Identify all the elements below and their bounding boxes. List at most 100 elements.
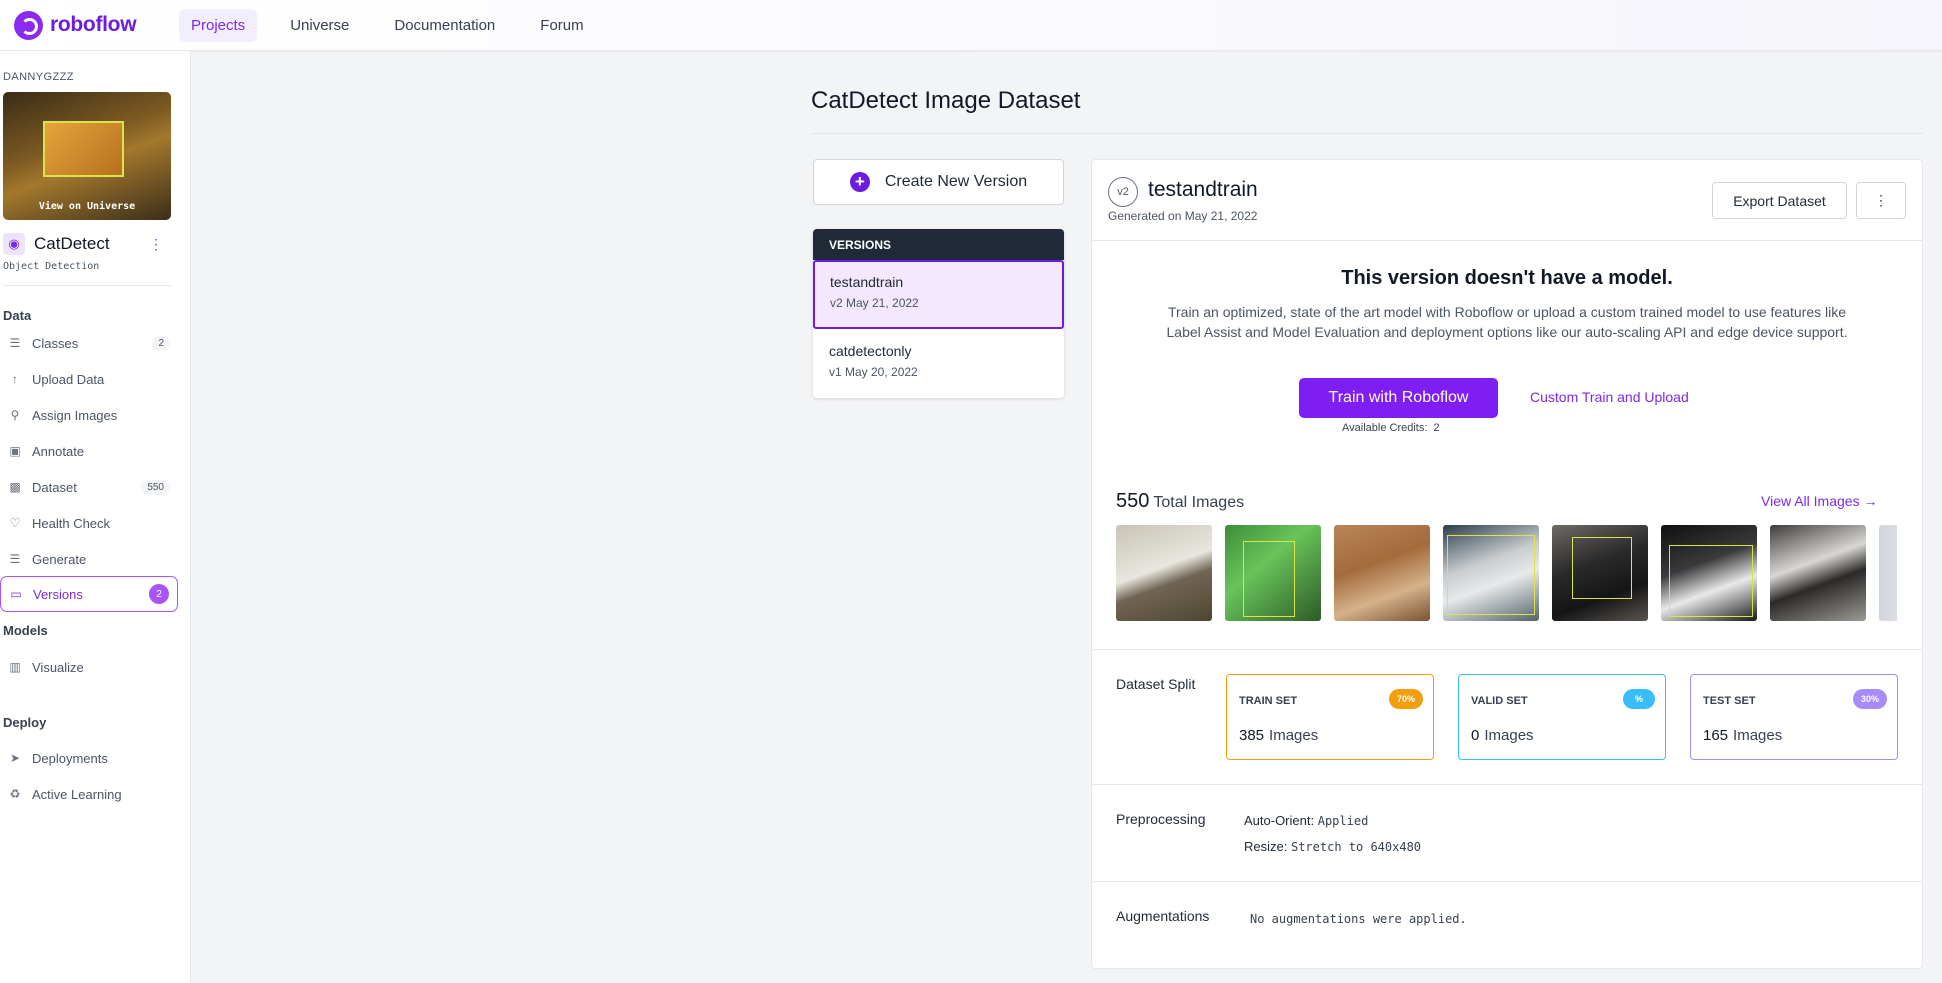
image-thumbnail[interactable] (1552, 525, 1648, 621)
image-thumbnail[interactable] (1334, 525, 1430, 621)
sidebar-item-health-check[interactable]: ♡ Health Check (0, 505, 178, 541)
sidebar-item-label: Upload Data (32, 371, 105, 387)
train-with-roboflow-button[interactable]: Train with Roboflow (1299, 378, 1498, 418)
split-count-unit: Images (1484, 727, 1534, 744)
custom-train-upload-link[interactable]: Custom Train and Upload (1530, 389, 1689, 405)
brand-logo[interactable]: roboflow (14, 10, 164, 40)
sidebar: DANNYGZZZ View on Universe ◉ CatDetect ⋮… (0, 51, 191, 983)
preprocessing-key: Resize: (1244, 839, 1288, 854)
bounding-box (1447, 535, 1535, 615)
split-percent-badge: 70% (1388, 689, 1423, 709)
bounding-box (1572, 537, 1632, 599)
version-meta: v1 May 20, 2022 (829, 365, 918, 379)
create-new-version-button[interactable]: + Create New Version (813, 159, 1064, 205)
panel-divider (1092, 881, 1922, 882)
project-menu-icon[interactable]: ⋮ (149, 236, 163, 253)
chart-icon: ▥ (9, 660, 21, 674)
sidebar-item-versions[interactable]: ▭ Versions 2 (0, 576, 178, 612)
nav-forum[interactable]: Forum (528, 9, 595, 42)
image-thumbnail[interactable] (1770, 525, 1866, 621)
version-detail-panel: v2 testandtrain Generated on May 21, 202… (1091, 159, 1923, 969)
versions-list: VERSIONS testandtrain v2 May 21, 2022 ca… (813, 229, 1064, 398)
version-generated-date: Generated on May 21, 2022 (1108, 209, 1258, 223)
preprocessing-label: Preprocessing (1116, 811, 1206, 827)
version-title: testandtrain (1148, 178, 1258, 201)
test-set-card: TEST SET 30% 165 Images (1690, 674, 1898, 760)
image-thumbnail[interactable] (1116, 525, 1212, 621)
image-preview-strip (1116, 525, 1897, 621)
bounding-box (1669, 545, 1753, 617)
plus-icon: + (849, 172, 870, 192)
preprocessing-value: Stretch to 640x480 (1290, 840, 1422, 854)
image-thumbnail[interactable] (1225, 525, 1321, 621)
split-percent-badge: 30% (1852, 689, 1887, 709)
sidebar-item-label: Assign Images (32, 407, 118, 423)
split-count-unit: Images (1269, 727, 1319, 744)
version-name: testandtrain (830, 274, 904, 290)
arrow-right-icon: → (1863, 493, 1878, 509)
sidebar-item-assign-images[interactable]: ⚲ Assign Images (0, 397, 178, 433)
preprocessing-value: Applied (1317, 814, 1369, 828)
panel-divider (1092, 649, 1922, 650)
sidebar-item-label: Versions (33, 586, 83, 602)
sidebar-item-label: Health Check (32, 515, 111, 531)
sidebar-item-label: Classes (32, 335, 79, 351)
augmentations-label: Augmentations (1116, 908, 1210, 924)
sidebar-item-deployments[interactable]: ➤ Deployments (0, 740, 178, 776)
section-data: Data (3, 308, 32, 323)
section-models: Models (3, 623, 48, 638)
split-count-value: 165 (1703, 727, 1729, 744)
nav-projects[interactable]: Projects (179, 8, 258, 42)
search-icon: ⚲ (10, 408, 20, 422)
panel-divider (1092, 240, 1922, 241)
top-nav: roboflow Projects Universe Documentation… (0, 0, 1942, 51)
annotate-icon: ▣ (9, 444, 21, 458)
credits-value: 2 (1433, 422, 1440, 434)
sidebar-divider (3, 285, 171, 286)
view-on-universe-link[interactable]: View on Universe (3, 201, 171, 212)
no-model-title: This version doesn't have a model. (1341, 267, 1673, 289)
sidebar-item-label: Annotate (32, 443, 85, 459)
versions-header: VERSIONS (813, 229, 1064, 260)
preprocessing-key: Auto-Orient: (1244, 813, 1315, 828)
total-images: 550 Total Images (1116, 490, 1244, 513)
version-item-catdetectonly[interactable]: catdetectonly v1 May 20, 2022 (813, 329, 1064, 398)
split-name: TRAIN SET (1239, 695, 1298, 707)
split-percent-badge: % (1623, 689, 1655, 709)
split-count-unit: Images (1733, 727, 1783, 744)
nav-documentation[interactable]: Documentation (382, 9, 507, 42)
roboflow-logo-icon (14, 10, 43, 40)
globe-icon: ◉ (3, 233, 25, 255)
project-thumbnail[interactable]: View on Universe (3, 92, 171, 220)
image-thumbnail[interactable] (1661, 525, 1757, 621)
sidebar-item-upload-data[interactable]: ↑ Upload Data (0, 361, 178, 397)
layers-icon: ☰ (9, 552, 21, 566)
sidebar-item-annotate[interactable]: ▣ Annotate (0, 433, 178, 469)
version-meta: v2 May 21, 2022 (830, 296, 919, 310)
export-dataset-button[interactable]: Export Dataset (1712, 182, 1847, 219)
sidebar-item-visualize[interactable]: ▥ Visualize (0, 649, 178, 685)
view-all-images-link[interactable]: View All Images → (1761, 493, 1877, 509)
sidebar-item-active-learning[interactable]: ♻ Active Learning (0, 776, 178, 812)
count-badge: 2 (149, 584, 169, 604)
dataset-split-label: Dataset Split (1116, 676, 1196, 692)
page-title: CatDetect Image Dataset (811, 87, 1081, 114)
view-all-images-label: View All Images (1761, 493, 1860, 509)
total-images-label: Total Images (1153, 494, 1245, 511)
heart-icon: ♡ (9, 516, 21, 530)
split-count: 165 Images (1703, 727, 1782, 744)
sidebar-item-generate[interactable]: ☰ Generate (0, 541, 178, 577)
sidebar-item-label: Dataset (32, 479, 77, 495)
nav-universe[interactable]: Universe (278, 9, 361, 42)
version-name: catdetectonly (829, 343, 912, 359)
more-options-button[interactable]: ⋮ (1856, 182, 1906, 219)
sidebar-item-classes[interactable]: ☰ Classes 2 (0, 325, 178, 361)
image-thumbnail[interactable] (1879, 525, 1897, 621)
panel-divider (1092, 784, 1922, 785)
version-item-testandtrain[interactable]: testandtrain v2 May 21, 2022 (813, 260, 1064, 329)
sidebar-item-dataset[interactable]: ▩ Dataset 550 (0, 469, 178, 505)
workspace-name[interactable]: DANNYGZZZ (3, 71, 74, 83)
image-thumbnail[interactable] (1443, 525, 1539, 621)
brand-name: roboflow (50, 13, 137, 36)
images-icon: ▩ (9, 480, 21, 494)
